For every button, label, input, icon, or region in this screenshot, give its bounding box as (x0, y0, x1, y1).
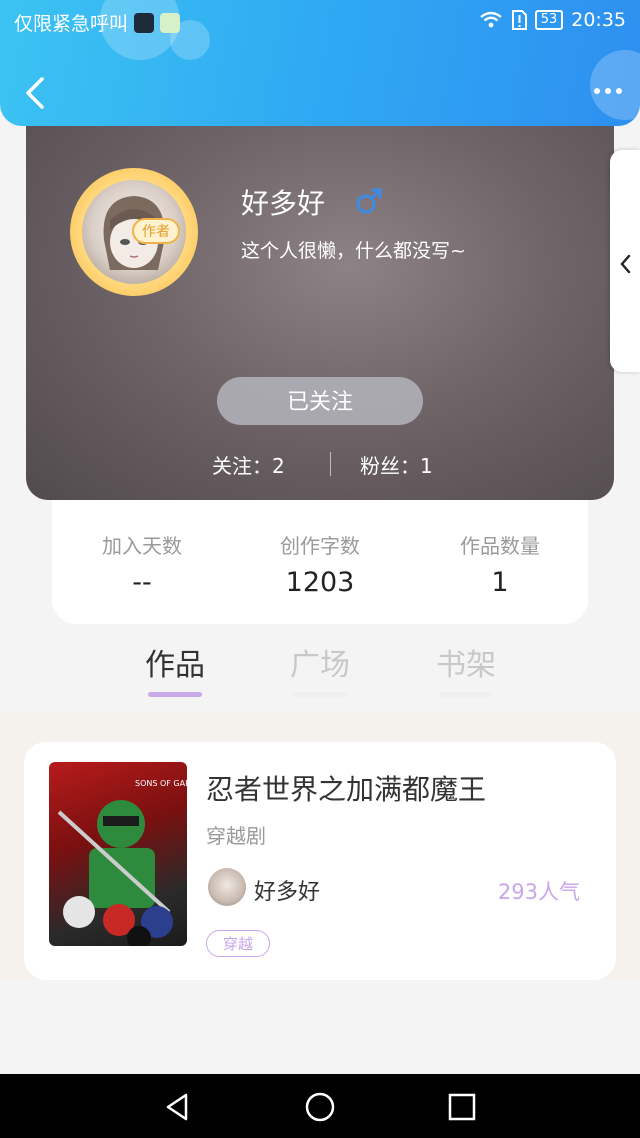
tab-label: 广场 (290, 648, 350, 683)
author-name[interactable]: 好多好 (254, 874, 320, 906)
battery-level: 53 (534, 10, 564, 30)
tab-bookshelf[interactable]: 书架 (416, 640, 516, 697)
followers-count[interactable]: 粉丝：1 (360, 450, 433, 479)
cover-text: SONS OF GARMADON (135, 779, 187, 788)
author-badge: 作者 (132, 218, 180, 244)
top-header: 仅限紧急呼叫 53 20:35 (0, 0, 640, 126)
more-dots-icon[interactable] (594, 88, 622, 94)
stat-join-days: 加入天数 -- (52, 530, 232, 598)
follow-button[interactable]: 已关注 (217, 377, 423, 425)
male-gender-icon (356, 188, 382, 214)
avatar[interactable]: 作者 (70, 168, 198, 296)
genre-tag[interactable]: 穿越 (206, 930, 271, 957)
stat-value: -- (132, 567, 152, 598)
author-stats-card: 加入天数 -- 创作字数 1203 作品数量 1 (52, 480, 588, 624)
system-nav-bar (0, 1074, 640, 1138)
app-notification-icon (160, 12, 181, 33)
stat-label: 作品数量 (460, 534, 540, 558)
nav-back-icon[interactable] (160, 1090, 194, 1124)
content-tabs: 作品 广场 书架 (0, 640, 640, 710)
work-genre: 穿越剧 (206, 824, 266, 848)
decor-bubble (590, 50, 640, 120)
tab-square[interactable]: 广场 (270, 640, 370, 697)
stat-word-count: 创作字数 1203 (230, 530, 410, 598)
work-title[interactable]: 忍者世界之加满都魔王 (206, 768, 486, 808)
tab-label: 书架 (436, 648, 496, 683)
back-arrow-icon[interactable] (22, 76, 48, 110)
author-avatar[interactable] (208, 868, 246, 906)
popularity-count: 293人气 (497, 880, 580, 904)
cover-artwork: SONS OF GARMADON (57, 779, 187, 946)
work-card[interactable]: SONS OF GARMADON 忍者世界之加满都魔王 穿越剧 好多好 293人… (24, 742, 616, 980)
tab-indicator (439, 692, 493, 697)
clock-text: 20:35 (571, 9, 626, 31)
stat-works-count: 作品数量 1 (410, 530, 590, 598)
user-name: 好多好 (241, 187, 326, 220)
wifi-icon (479, 11, 502, 28)
side-drawer-handle[interactable] (610, 150, 640, 372)
user-bio: 这个人很懒，什么都没写~ (241, 240, 466, 262)
stat-value: 1203 (285, 567, 355, 598)
nav-recent-icon[interactable] (445, 1090, 479, 1124)
following-count[interactable]: 关注：2 (212, 450, 285, 479)
stat-value: 1 (491, 567, 509, 598)
tab-indicator (148, 692, 202, 697)
stats-divider (330, 452, 331, 476)
stat-label: 创作字数 (280, 534, 360, 558)
tab-label: 作品 (145, 648, 205, 683)
sim-alert-icon (511, 10, 527, 30)
work-cover[interactable]: SONS OF GARMADON (49, 762, 187, 946)
app-notification-icon (134, 12, 155, 33)
chevron-left-icon (620, 254, 631, 274)
status-bar: 仅限紧急呼叫 53 20:35 (0, 0, 640, 44)
carrier-text: 仅限紧急呼叫 (14, 13, 129, 35)
tab-works[interactable]: 作品 (125, 640, 225, 697)
stat-label: 加入天数 (102, 534, 182, 558)
nav-home-icon[interactable] (303, 1090, 337, 1124)
tab-indicator (293, 692, 347, 697)
profile-header-card: 作者 好多好 这个人很懒，什么都没写~ 已关注 关注：2 粉丝：1 (26, 110, 614, 500)
